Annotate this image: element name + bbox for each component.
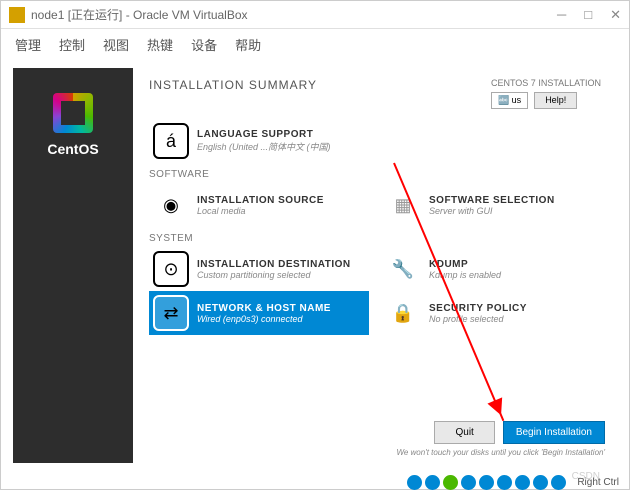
hdd-icon[interactable] (407, 475, 422, 490)
shared-folder-icon[interactable] (479, 475, 494, 490)
wrench-icon: 🔧 (385, 251, 421, 287)
menu-view[interactable]: 视图 (103, 35, 129, 54)
cpu-icon[interactable] (533, 475, 548, 490)
optical-icon[interactable] (425, 475, 440, 490)
window-title: node1 [正在运行] - Oracle VM VirtualBox (31, 6, 557, 23)
network-icon: ⇄ (153, 295, 189, 331)
installation-source-item[interactable]: ◉ INSTALLATION SOURCE Local media (149, 183, 369, 227)
menu-control[interactable]: 控制 (59, 35, 85, 54)
mouse-icon[interactable] (551, 475, 566, 490)
page-title: INSTALLATION SUMMARY (149, 78, 317, 92)
watermark: CSDN (572, 471, 600, 482)
menu-manage[interactable]: 管理 (15, 35, 41, 54)
lock-icon: 🔒 (385, 295, 421, 331)
centos-logo-icon (53, 93, 93, 133)
display-icon[interactable] (497, 475, 512, 490)
menubar: 管理 控制 视图 热键 设备 帮助 (1, 29, 629, 60)
kdump-item[interactable]: 🔧 KDUMP Kdump is enabled (381, 247, 601, 291)
security-policy-item[interactable]: 🔒 SECURITY POLICY No profile selected (381, 291, 601, 335)
disc-icon: ◉ (153, 187, 189, 223)
app-icon (9, 7, 25, 23)
sidebar: CentOS (13, 68, 133, 463)
menu-help[interactable]: 帮助 (235, 35, 261, 54)
quit-button[interactable]: Quit (434, 421, 494, 444)
statusbar: Right Ctrl (1, 471, 629, 493)
menu-devices[interactable]: 设备 (191, 35, 217, 54)
software-section-label: SOFTWARE (149, 169, 601, 180)
software-selection-item[interactable]: ▦ SOFTWARE SELECTION Server with GUI (381, 183, 601, 227)
network-hostname-item[interactable]: ⇄ NETWORK & HOST NAME Wired (enp0s3) con… (149, 291, 369, 335)
minimize-button[interactable]: ─ (557, 7, 566, 23)
help-button[interactable]: Help! (534, 92, 577, 109)
subtitle: CENTOS 7 INSTALLATION (491, 78, 601, 88)
system-section-label: SYSTEM (149, 233, 601, 244)
titlebar: node1 [正在运行] - Oracle VM VirtualBox ─ □ … (1, 1, 629, 29)
footer-note: We won't touch your disks until you clic… (263, 448, 605, 457)
keyboard-indicator[interactable]: 🔤 us (491, 92, 528, 109)
usb-icon[interactable] (461, 475, 476, 490)
disk-icon: ⊙ (153, 251, 189, 287)
menu-hotkeys[interactable]: 热键 (147, 35, 173, 54)
brand-label: CentOS (47, 141, 98, 157)
language-support-item[interactable]: á LANGUAGE SUPPORT English (United ...简体… (149, 119, 601, 163)
language-icon: á (153, 123, 189, 159)
recording-icon[interactable] (515, 475, 530, 490)
close-button[interactable]: ✕ (610, 7, 621, 23)
begin-installation-button[interactable]: Begin Installation (503, 421, 605, 444)
vm-screen: CentOS INSTALLATION SUMMARY CENTOS 7 INS… (13, 68, 617, 463)
main-panel: INSTALLATION SUMMARY CENTOS 7 INSTALLATI… (133, 68, 617, 463)
installation-destination-item[interactable]: ⊙ INSTALLATION DESTINATION Custom partit… (149, 247, 369, 291)
maximize-button[interactable]: □ (584, 7, 592, 23)
network-status-icon[interactable] (443, 475, 458, 490)
